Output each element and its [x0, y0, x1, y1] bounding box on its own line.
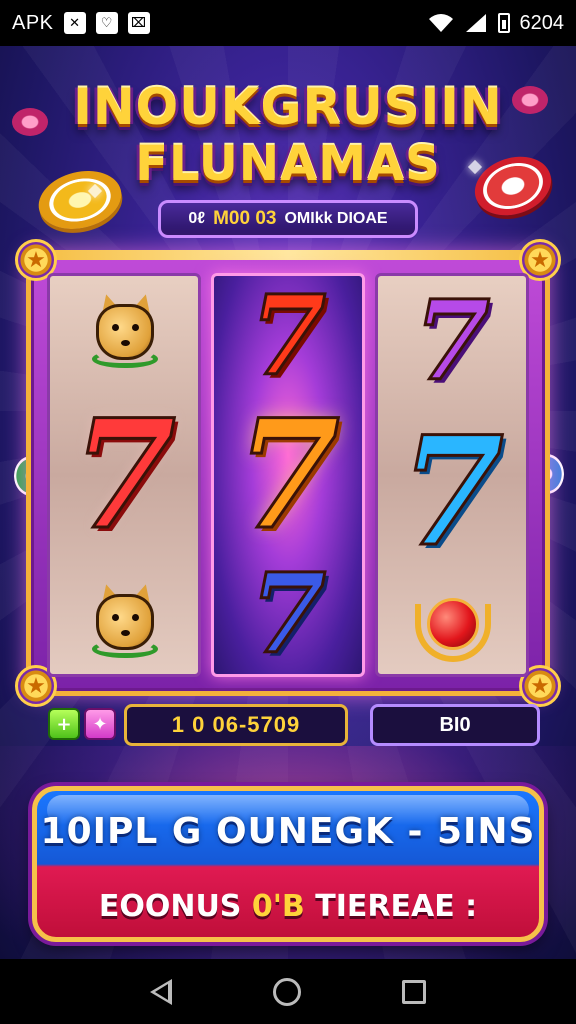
reel-frame: ★ ★ ★ ★ 7 7 7 7 7 7: [15, 239, 561, 707]
cta-line2-suffix: TIEREAE :: [315, 888, 478, 924]
status-bar: APK ✕ ♡ ⌧ 6204: [0, 0, 576, 46]
cyan-seven-symbol: 7: [398, 403, 505, 580]
cta-line2-prefix: EOONUS: [98, 888, 242, 924]
navigation-bar: [0, 959, 576, 1024]
status-time: 6204: [519, 11, 565, 34]
bet-display[interactable]: BI0: [370, 704, 540, 746]
status-left: APK ✕ ♡ ⌧: [12, 12, 150, 35]
slot-game-screen: INOUKGRUSIIN FLUNAMAS 0ℓ M00 03 OMIkk DI…: [0, 46, 576, 959]
credit-display: 1 0 06-5709: [124, 704, 348, 746]
blue-seven-symbol: 7: [248, 549, 328, 677]
subtitle-banner: 0ℓ M00 03 OMIkk DIOAE: [158, 200, 418, 238]
bonus-cta-button[interactable]: 10IPL G OUNEGK - 5INS EOONUS 0'B TIEREAE…: [32, 786, 544, 942]
control-panel: + ✦ 1 0 06-5709 BI0: [36, 696, 542, 760]
fox-symbol-icon: [86, 581, 162, 658]
wifi-icon: [428, 14, 453, 32]
signal-icon: [465, 14, 486, 32]
cta-line2: EOONUS 0'B TIEREAE :: [37, 871, 539, 937]
recents-icon[interactable]: [401, 979, 426, 1004]
app-icon-1: ✕: [63, 12, 86, 34]
back-icon[interactable]: [150, 978, 173, 1005]
red-bell-symbol-icon: [413, 588, 491, 664]
reel-2: 7 7 7: [211, 273, 365, 677]
green-option-button[interactable]: +: [48, 708, 80, 740]
reel-1: 7: [47, 273, 201, 677]
purple-seven-symbol: 7: [412, 276, 492, 406]
game-title-line1: INOUKGRUSIIN: [73, 78, 503, 136]
red-seven-symbol: 7: [70, 387, 177, 563]
reel-3: 7 7: [375, 273, 529, 677]
frame-top-trim: [53, 250, 523, 260]
app-icon-3: ⌧: [127, 12, 150, 34]
status-apk-label: APK: [12, 11, 54, 34]
cta-line2-gold: 0'B: [251, 888, 305, 924]
subtitle-suffix: OMIkk DIOAE: [284, 210, 388, 227]
fox-symbol-icon: [86, 291, 162, 368]
red-seven-symbol: 7: [248, 273, 328, 400]
orange-seven-symbol: 7: [234, 386, 341, 563]
app-icon-2: ♡: [95, 12, 118, 34]
cta-line1: 10IPL G OUNEGK - 5INS: [40, 810, 536, 852]
battery-icon: [497, 13, 510, 33]
game-title-line2: FLUNAMAS: [135, 136, 441, 192]
status-right: 6204: [428, 11, 565, 35]
reels: 7 7 7 7 7 7: [47, 273, 529, 677]
pink-option-button[interactable]: ✦: [84, 708, 116, 740]
subtitle-gold-text: M00 03: [213, 208, 277, 229]
home-icon[interactable]: [272, 977, 301, 1006]
subtitle-prefix: 0ℓ: [188, 210, 206, 227]
